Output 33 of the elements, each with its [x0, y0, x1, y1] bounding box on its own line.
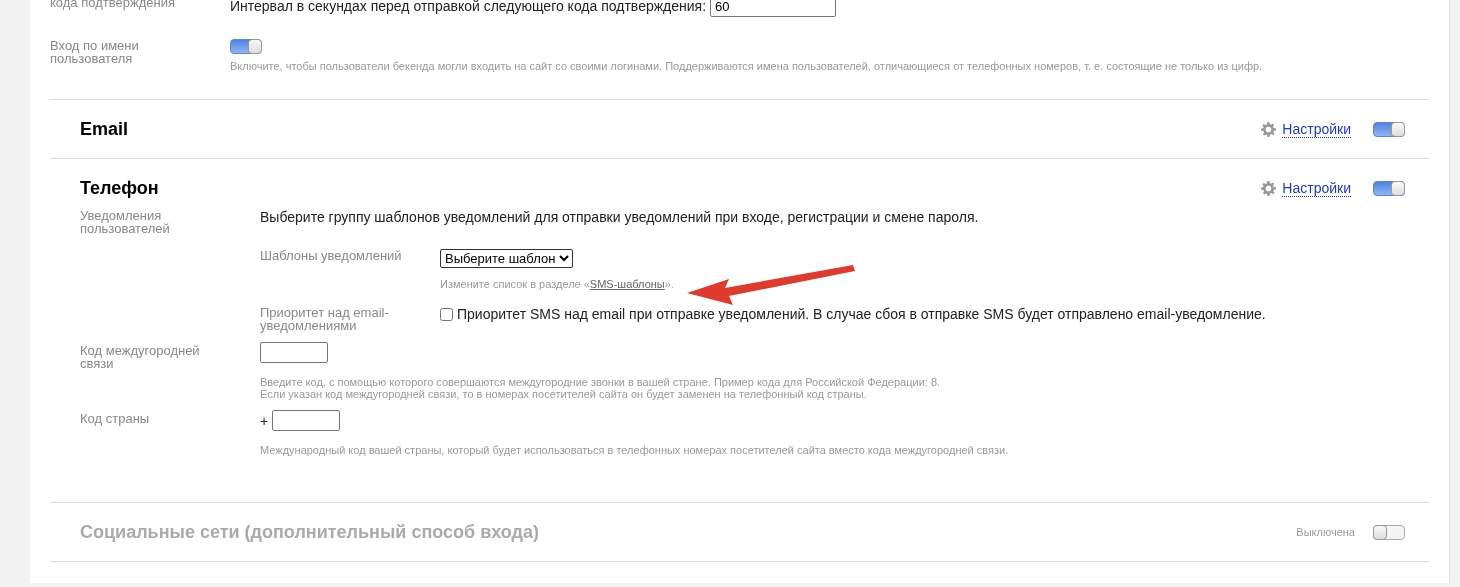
- template-select[interactable]: Выберите шаблон: [440, 249, 573, 268]
- toggle-switch[interactable]: [1373, 121, 1405, 137]
- hint-text: Международный код вашей страны, который будет использоваться в телефонных номерах посетителей сайта вместо кода междугородней связи.: [260, 444, 1009, 456]
- checkbox-label: Приоритет SMS над email при отправке уведомлений. В случае сбоя в отправке SMS будет отправлено email-уведомление.: [457, 306, 1266, 322]
- toggle-switch[interactable]: [230, 39, 262, 54]
- settings-link[interactable]: Настройки: [1282, 179, 1351, 197]
- hint-text: Включите, чтобы пользователи бекенда могли входить на сайт со своими логинами. Поддерживаются имена пользователей, отличающиеся от телефонных номеров, т. е. состоящие не только из цифр.: [230, 60, 1263, 72]
- field-label: Шаблоны уведомлений: [260, 249, 403, 265]
- hint-text: Измените список в разделе «SMS-шаблоны».: [440, 278, 674, 290]
- settings-link[interactable]: Настройки: [1282, 120, 1351, 138]
- interval-input[interactable]: 60: [709, 0, 836, 17]
- section-title: Email: [80, 118, 129, 140]
- priority-checkbox[interactable]: [440, 308, 453, 321]
- hint-text: Введите код, с помощью которого совершаются междугородние звонки в вашей стране. Пример кода для Российской Федерации: 8. Если указан код междугородней связи, то в номерах посетителей сайта он будет заменен на телефонный код страны.: [260, 376, 941, 400]
- plus-sign: +: [260, 412, 269, 429]
- field-description: Интервал в секундах перед отправкой следующего кода подтверждения: 60: [230, 0, 836, 17]
- field-label: Уведомления пользователей: [80, 209, 171, 238]
- field-label: Вход по имени пользователя: [50, 39, 140, 68]
- code-input[interactable]: [260, 342, 328, 363]
- gear-icon: [1261, 180, 1277, 196]
- field-label: Код междугородней связи: [80, 342, 201, 373]
- code-input[interactable]: [272, 410, 341, 431]
- toggle-switch[interactable]: [1373, 524, 1405, 540]
- gear-icon: [1261, 121, 1277, 137]
- sms-templates-link[interactable]: SMS-шаблоны: [589, 278, 665, 290]
- field-label: Код страны: [80, 410, 151, 428]
- field-description: Выберите группу шаблонов уведомлений для отправки уведомлений при входе, регистрации и смене пароля.: [260, 209, 980, 225]
- toggle-switch[interactable]: [1373, 180, 1405, 196]
- status-text: Выключена: [1296, 526, 1355, 538]
- section-title: Телефон: [80, 177, 159, 199]
- section-title: Социальные сети (дополнительный способ входа): [80, 521, 539, 543]
- field-label: Приоритет над email-уведомлениями: [260, 306, 390, 332]
- field-label: кода подтверждения: [50, 0, 176, 12]
